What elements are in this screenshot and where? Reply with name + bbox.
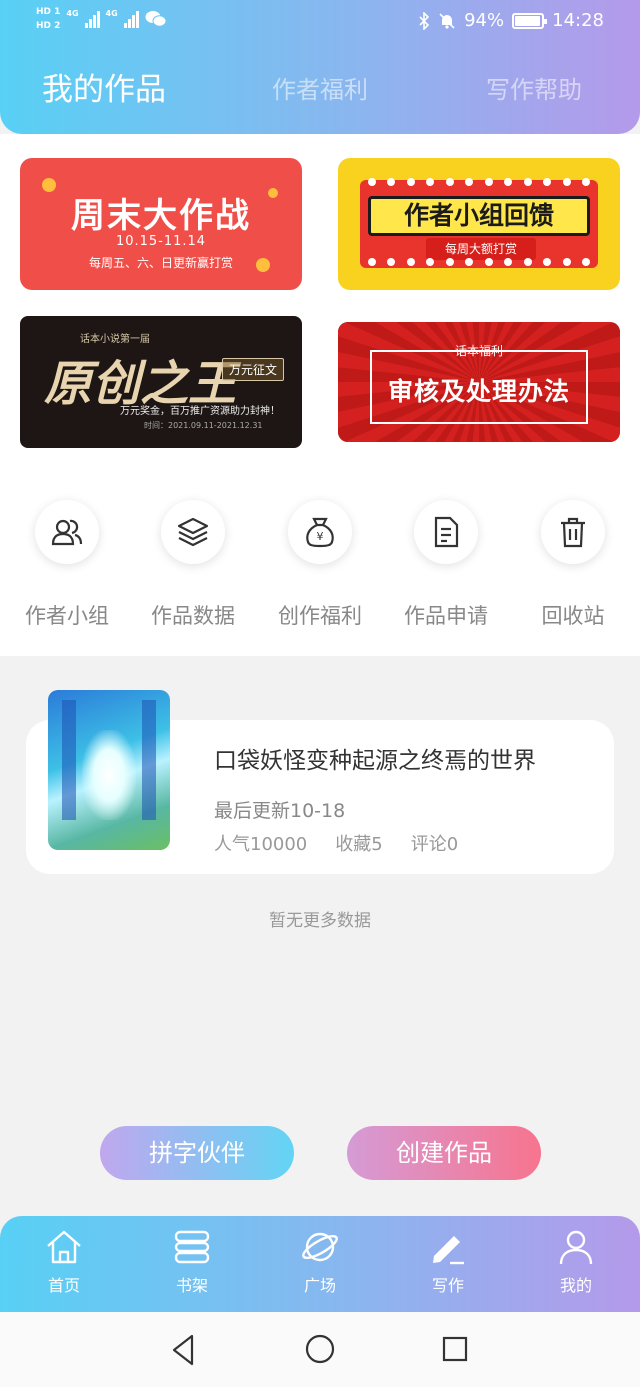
home-circle-icon[interactable] <box>304 1333 336 1365</box>
clock: 14:28 <box>552 10 604 31</box>
system-nav-bar <box>0 1312 640 1387</box>
quick-label: 回收站 <box>541 604 605 628</box>
nav-label: 广场 <box>303 1276 336 1295</box>
planet-icon <box>302 1232 338 1262</box>
author-group-icon <box>51 519 83 546</box>
work-title[interactable]: 口袋妖怪变种起源之终焉的世界 <box>214 741 536 775</box>
quick-label: 创作福利 <box>278 604 362 628</box>
quick-work-application[interactable]: 作品申请 <box>396 500 496 630</box>
nav-label: 书架 <box>175 1276 208 1295</box>
banner-king-subtitle: 万元奖金，百万推广资源助力封神！ <box>120 406 280 417</box>
work-favorites: 收藏5 <box>335 834 383 855</box>
money-bag-icon: ¥ <box>306 517 334 548</box>
battery-icon <box>512 12 548 29</box>
banner-review-title: 审核及处理办法 <box>387 377 570 406</box>
nav-plaza[interactable]: 广场 <box>275 1228 365 1296</box>
pen-icon <box>433 1236 464 1265</box>
hd1-indicator: HD 1 <box>36 7 61 17</box>
signal-icon-2 <box>123 10 139 28</box>
banner-king-time: 时间：2021.09.11-2021.12.31 <box>144 421 263 430</box>
battery-percent: 94% <box>464 10 505 31</box>
trash-icon <box>561 517 585 548</box>
work-last-update: 最后更新10-18 <box>214 800 346 822</box>
nav-mine[interactable]: 我的 <box>531 1228 621 1296</box>
nav-write[interactable]: 写作 <box>403 1228 493 1296</box>
marquee-lights-top <box>368 178 590 186</box>
marquee-lights-bottom <box>368 258 590 266</box>
writing-partner-button[interactable]: 拼字伙伴 <box>100 1126 294 1180</box>
banner-original-king[interactable]: 话本小说第一届 原创之王 万元征文 万元奖金，百万推广资源助力封神！ 时间：20… <box>20 316 302 448</box>
nav-label: 首页 <box>47 1276 80 1295</box>
tab-writing-help[interactable]: 写作帮助 <box>486 70 582 105</box>
nav-label: 写作 <box>431 1276 464 1295</box>
banner-weekend-title: 周末大作战 <box>71 196 251 236</box>
banner-review-policy[interactable]: 话本福利 审核及处理办法 <box>338 322 620 442</box>
nav-bookshelf[interactable]: 书架 <box>147 1228 237 1296</box>
quick-label: 作品申请 <box>404 604 488 628</box>
document-icon <box>434 516 459 548</box>
banner-review-top: 话本福利 <box>454 344 503 358</box>
banner-king-tag: 万元征文 <box>222 358 285 381</box>
bookshelf-icon <box>174 1230 210 1264</box>
status-bar: HD 1 HD 2 4G 4G 94% 14:28 <box>0 0 640 44</box>
network-type-2: 4G <box>105 8 118 18</box>
bottom-nav: 首页 书架 广场 写作 我的 <box>0 1216 640 1312</box>
banner-feedback-title: 作者小组回馈 <box>368 196 590 236</box>
work-comments: 评论0 <box>410 834 459 855</box>
hd2-indicator: HD 2 <box>36 21 61 31</box>
quick-work-data[interactable]: 作品数据 <box>143 500 243 630</box>
work-cover-image[interactable] <box>48 690 170 850</box>
banner-weekend-subtitle: 每周五、六、日更新赢打赏 <box>88 256 233 270</box>
user-icon <box>559 1230 593 1265</box>
banner-feedback-subtitle: 每周大额打赏 <box>426 238 536 260</box>
work-stats: 人气10000 收藏5 评论0 <box>214 830 458 856</box>
banner-weekend-date: 10.15-11.14 <box>115 234 207 249</box>
banner-review-box: 话本福利 审核及处理办法 <box>370 344 588 424</box>
quick-creation-benefits[interactable]: ¥ 创作福利 <box>270 500 370 630</box>
recent-apps-icon[interactable] <box>441 1335 469 1363</box>
layers-icon <box>177 517 209 547</box>
nav-home[interactable]: 首页 <box>19 1228 109 1296</box>
no-more-data-text: 暂无更多数据 <box>269 911 371 931</box>
banner-weekend-battle[interactable]: 周末大作战 10.15-11.14 每周五、六、日更新赢打赏 <box>20 158 302 290</box>
top-tabs: 我的作品 作者福利 写作帮助 <box>0 70 640 114</box>
quick-author-group[interactable]: 作者小组 <box>17 500 117 630</box>
banner-king-top: 话本小说第一届 <box>80 334 150 345</box>
signal-icon <box>84 10 100 28</box>
work-popularity: 人气10000 <box>214 834 308 855</box>
quick-label: 作品数据 <box>151 604 235 628</box>
svg-text:¥: ¥ <box>317 530 324 543</box>
bluetooth-icon <box>419 11 430 30</box>
mute-bell-icon <box>439 12 455 29</box>
tab-author-benefits[interactable]: 作者福利 <box>272 70 368 105</box>
home-icon <box>47 1230 81 1264</box>
nav-label: 我的 <box>559 1276 592 1295</box>
quick-recycle-bin[interactable]: 回收站 <box>523 500 623 630</box>
wechat-icon <box>145 11 167 27</box>
banner-author-feedback[interactable]: 作者小组回馈 每周大额打赏 <box>338 158 620 290</box>
create-work-button[interactable]: 创建作品 <box>347 1126 541 1180</box>
quick-label: 作者小组 <box>25 604 109 628</box>
network-type-1: 4G <box>66 8 79 18</box>
tab-my-works[interactable]: 我的作品 <box>42 64 166 109</box>
back-icon[interactable] <box>168 1332 198 1368</box>
